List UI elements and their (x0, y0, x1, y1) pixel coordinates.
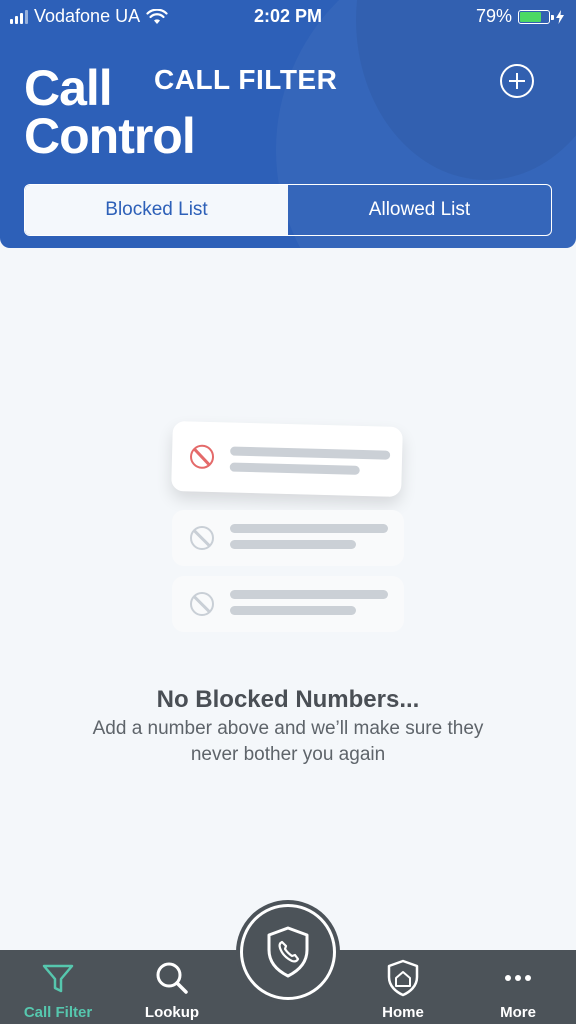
block-icon (189, 444, 215, 470)
tab-more[interactable]: More (468, 950, 568, 1024)
battery-icon (518, 9, 554, 24)
filter-icon (42, 964, 74, 993)
shield-phone-icon (267, 926, 309, 978)
tab-label: Call Filter (23, 1004, 93, 1021)
more-dots-icon (505, 975, 531, 981)
status-right: 79% (476, 6, 564, 27)
empty-state-title: No Blocked Numbers... (156, 686, 420, 713)
list-segmented-control: Blocked List Allowed List (24, 184, 552, 236)
add-number-button[interactable] (500, 64, 534, 98)
tab-label: Lookup (144, 1004, 200, 1021)
status-bar: Vodafone UA 2:02 PM 79% (0, 0, 576, 34)
tab-lookup[interactable]: Lookup (122, 950, 222, 1024)
illustration-card (172, 576, 404, 632)
illustration-card (172, 510, 404, 566)
block-icon (190, 526, 214, 550)
tab-home[interactable]: Home (353, 950, 453, 1024)
logo-line-2: Control (24, 108, 196, 164)
tab-blocked-list[interactable]: Blocked List (25, 185, 288, 235)
empty-state-subtitle: Add a number above and we’ll make sure t… (92, 718, 484, 765)
page-title: CALL FILTER (154, 64, 338, 95)
tab-call-filter[interactable]: Call Filter (8, 950, 108, 1024)
tab-allowed-list[interactable]: Allowed List (288, 185, 551, 235)
empty-state-illustration (168, 420, 408, 640)
battery-percent: 79% (475, 6, 512, 26)
charging-icon (556, 9, 564, 24)
shield-home-icon (387, 959, 419, 997)
search-icon (156, 962, 188, 994)
tab-label: Home (382, 1004, 424, 1021)
center-shield-button[interactable] (240, 904, 336, 1000)
illustration-card-highlighted (171, 421, 403, 497)
block-icon (190, 592, 214, 616)
battery-level (520, 11, 541, 22)
tab-label: More (500, 1004, 536, 1021)
header: Vodafone UA 2:02 PM 79% Call Control CAL… (0, 0, 576, 248)
